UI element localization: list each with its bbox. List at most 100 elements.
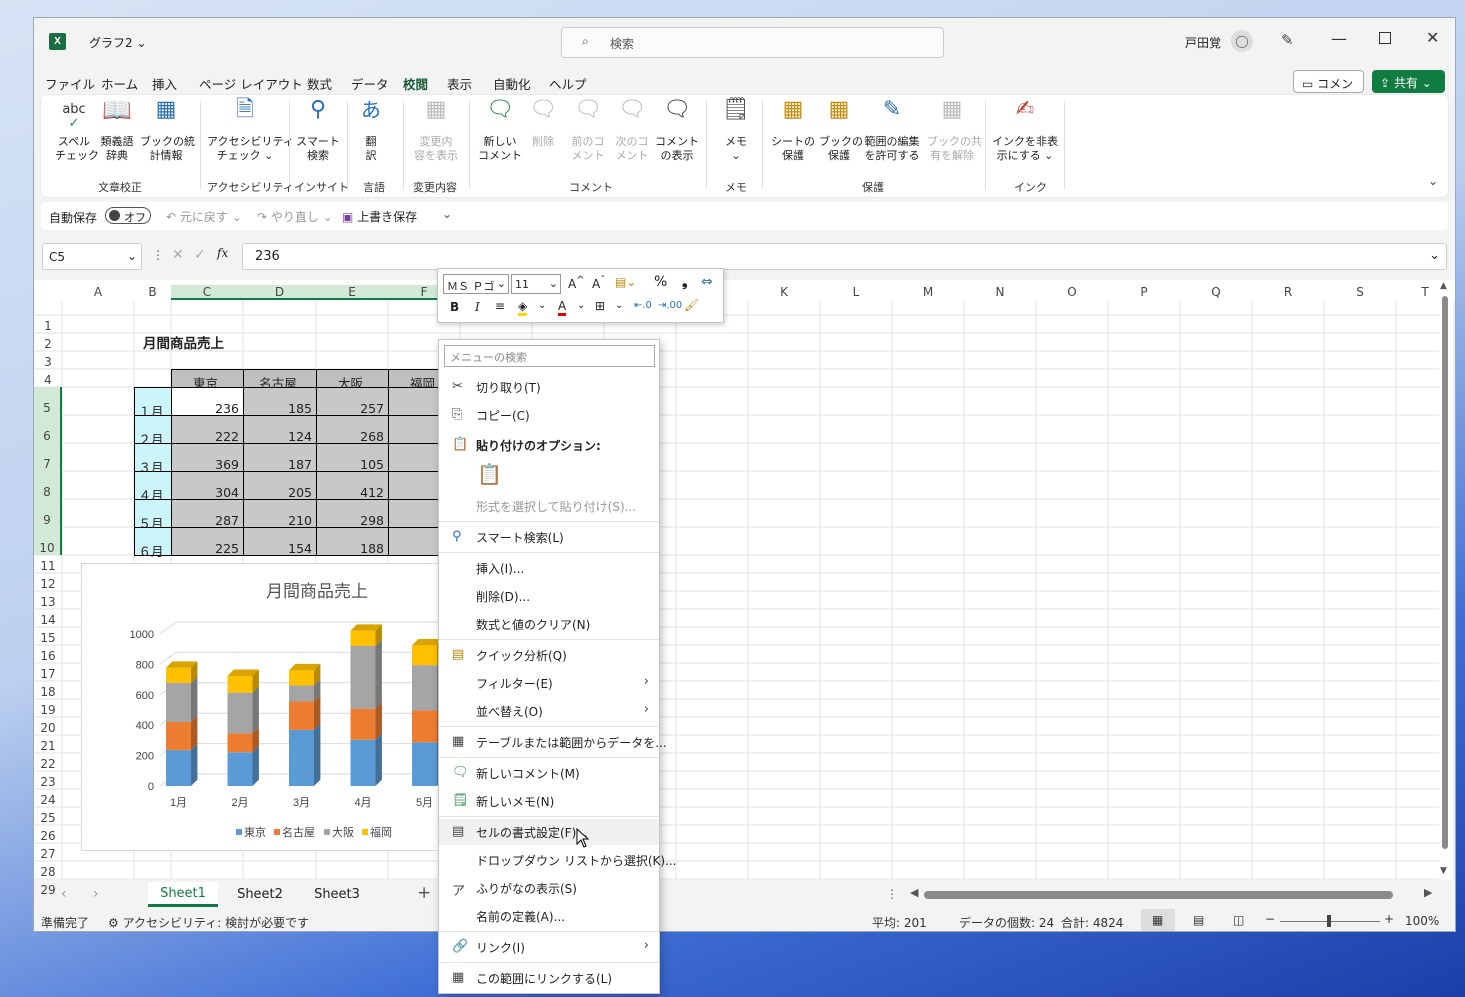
align-center-icon[interactable]: ≡ — [495, 299, 505, 313]
row-header-26[interactable]: 26 — [34, 825, 62, 843]
table-cell[interactable]: 304 — [171, 471, 244, 500]
row-header-6[interactable]: 6 — [34, 415, 62, 443]
table-row-label[interactable]: ４月 — [134, 471, 172, 503]
row-header-22[interactable]: 22 — [34, 753, 62, 771]
column-header-m[interactable]: M — [892, 285, 964, 300]
row-header-11[interactable]: 11 — [34, 555, 62, 573]
sheet-tab-2[interactable]: Sheet2 — [224, 882, 296, 907]
maximize-button[interactable] — [1379, 32, 1391, 44]
font-color-icon[interactable]: A — [558, 299, 567, 316]
font-size-select[interactable]: 11 ⌄ — [511, 274, 561, 294]
page-layout-view-icon[interactable]: ▤ — [1193, 913, 1204, 927]
bar-2-4[interactable] — [412, 665, 437, 711]
normal-view-button[interactable]: ▦ — [1141, 909, 1175, 931]
accessibility-check-button[interactable]: 🗎 アクセシビリティ チェック ⌄ — [207, 99, 294, 163]
chevron-down-icon[interactable]: ⌄ — [577, 300, 585, 311]
menu-insert[interactable]: 挿入(I)... — [439, 555, 659, 581]
comment-button[interactable]: ▭ コメント — [1293, 70, 1364, 108]
row-header-19[interactable]: 19 — [34, 699, 62, 717]
chevron-down-icon[interactable]: ⌄ — [615, 300, 623, 311]
row-header-23[interactable]: 23 — [34, 771, 62, 789]
italic-icon[interactable]: I — [475, 300, 480, 314]
user-name[interactable]: 戸田覚 — [1185, 34, 1221, 51]
minimize-button[interactable]: — — [1331, 29, 1347, 48]
accessibility-status[interactable]: ⚙ アクセシビリティ: 検討が必要です — [108, 914, 309, 931]
fill-color-icon[interactable]: ◈ — [518, 299, 528, 316]
scroll-down-icon[interactable]: ▼ — [1440, 866, 1447, 876]
table-cell[interactable]: 188 — [316, 527, 389, 556]
prev-comment-button[interactable]: 🗨 前のコ メント — [568, 99, 608, 163]
sheet-title[interactable]: 月間商品売上 — [143, 332, 224, 352]
row-header-12[interactable]: 12 — [34, 573, 62, 591]
spreadsheet-grid[interactable]: ABCDEFGHIJKLMNOPQRST 1234567891011121314… — [34, 280, 1455, 897]
column-header-p[interactable]: P — [1108, 285, 1180, 300]
increase-font-icon[interactable]: A^ — [568, 275, 585, 291]
note-button[interactable]: 🗒 メモ ⌄ — [718, 99, 754, 163]
menu-table-data[interactable]: ▦ テーブルまたは範囲からデータを... — [439, 729, 667, 755]
bar-3-4[interactable] — [412, 645, 437, 666]
row-header-9[interactable]: 9 — [34, 499, 62, 527]
show-comments-button[interactable]: 🗨 コメント の表示 — [655, 99, 699, 163]
row-header-7[interactable]: 7 — [34, 443, 62, 471]
table-cell[interactable]: 205 — [243, 471, 317, 500]
paste-clipboard-icon[interactable]: 📋 — [477, 462, 502, 486]
bar-2-3[interactable] — [350, 646, 376, 709]
table-row-label[interactable]: １月 — [134, 387, 172, 419]
zoom-in-icon[interactable]: + — [1384, 912, 1394, 926]
show-changes-button[interactable]: ▦ 変更内 容を表示 — [410, 99, 462, 163]
column-header-q[interactable]: Q — [1180, 285, 1252, 300]
delete-comment-button[interactable]: 🗨 削除 — [526, 99, 560, 149]
enter-icon[interactable]: ✓ — [194, 247, 206, 263]
tab-insert[interactable]: 挿入 — [152, 74, 177, 93]
menu-furigana[interactable]: アふりがなの表示(S) — [439, 875, 659, 901]
collapse-ribbon-icon[interactable]: ⌄ — [1428, 174, 1438, 188]
bar-3-2[interactable] — [289, 670, 314, 686]
tab-review[interactable]: 校閲 — [403, 74, 429, 98]
search-box[interactable]: ⌕ 検索 — [561, 27, 944, 58]
table-header[interactable]: 大阪 — [316, 369, 389, 391]
tab-file[interactable]: ファイル — [45, 74, 95, 93]
row-header-27[interactable]: 27 — [34, 843, 62, 861]
menu-delete[interactable]: 削除(D)... — [439, 583, 659, 609]
row-header-18[interactable]: 18 — [34, 681, 62, 699]
table-cell[interactable]: 268 — [316, 415, 389, 444]
row-header-4[interactable]: 4 — [34, 369, 62, 387]
menu-quick-analysis[interactable]: ▤ クイック分析(Q) — [439, 642, 659, 668]
page-break-view-icon[interactable]: ◫ — [1233, 913, 1244, 927]
table-cell[interactable]: 257 — [316, 387, 389, 416]
column-header-c[interactable]: C — [171, 285, 243, 300]
scroll-right-icon[interactable]: ▶ — [1424, 886, 1432, 899]
tab-page-layout[interactable]: ページ レイアウト — [199, 74, 303, 93]
next-comment-button[interactable]: 🗨 次のコ メント — [612, 99, 652, 163]
next-sheet-icon[interactable]: › — [93, 886, 99, 902]
column-header-b[interactable]: B — [134, 285, 171, 300]
column-header-d[interactable]: D — [243, 285, 316, 300]
sheet-tab-1[interactable]: Sheet1 — [148, 882, 218, 907]
scroll-left-icon[interactable]: ◀ — [910, 886, 918, 899]
row-header-13[interactable]: 13 — [34, 591, 62, 609]
row-header-3[interactable]: 3 — [34, 351, 62, 369]
column-header-s[interactable]: S — [1324, 285, 1396, 300]
table-cell[interactable]: 412 — [316, 471, 389, 500]
autosave-toggle[interactable]: オフ — [105, 207, 151, 224]
table-cell[interactable]: 236 — [171, 387, 244, 416]
tab-help[interactable]: ヘルプ — [549, 74, 587, 93]
table-cell[interactable]: 185 — [243, 387, 317, 416]
row-header-25[interactable]: 25 — [34, 807, 62, 825]
decrease-font-icon[interactable]: Aˇ — [592, 275, 605, 291]
formula-input[interactable]: 236 ⌄ — [242, 243, 1447, 270]
bar-0-3[interactable] — [350, 739, 376, 786]
increase-decimal-icon[interactable]: ⇥.00 — [658, 300, 682, 311]
menu-define-name[interactable]: 名前の定義(A)... — [439, 903, 659, 929]
scroll-up-icon[interactable]: ▲ — [1440, 281, 1447, 291]
menu-link[interactable]: 🔗 リンク(I) › — [439, 934, 659, 960]
row-header-16[interactable]: 16 — [34, 645, 62, 663]
decrease-decimal-icon[interactable]: ⇤.0 — [634, 300, 652, 311]
vertical-scrollbar[interactable] — [1442, 296, 1448, 849]
menu-new-comment[interactable]: 🗨 新しいコメント(M) — [439, 760, 659, 786]
comma-icon[interactable]: ❟ — [682, 274, 688, 290]
unshare-workbook-button[interactable]: ▦ ブックの共 有を解除 — [927, 99, 982, 163]
menu-clear[interactable]: 数式と値のクリア(N) — [439, 611, 659, 637]
allow-edit-ranges-button[interactable]: ✎ 範囲の編集 を許可する — [862, 99, 922, 163]
column-header-l[interactable]: L — [820, 285, 892, 300]
